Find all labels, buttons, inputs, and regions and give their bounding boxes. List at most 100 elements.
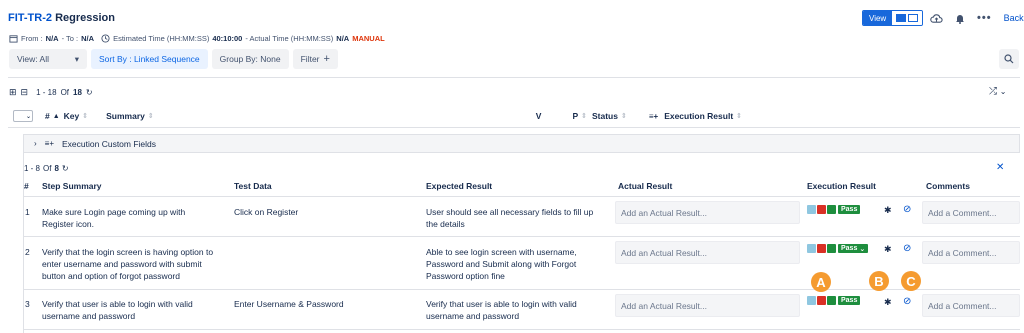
plus-icon: + bbox=[323, 53, 330, 65]
refresh-icon[interactable]: ↻ bbox=[86, 88, 93, 97]
chevron-right-icon: › bbox=[34, 139, 37, 148]
test-list-header: ⌄ # ▲ Key ⇕ Summary ⇕ V P ⇕ Status ⇕ ≡+ … bbox=[8, 108, 1020, 124]
attachment-icon[interactable]: ⊘ bbox=[903, 243, 911, 254]
page-title: FIT-TR-2 Regression bbox=[8, 12, 115, 24]
chevron-down-icon: ▾ bbox=[74, 53, 79, 64]
step-expected-result: Able to see login screen with username, … bbox=[426, 247, 577, 281]
view-toggle-group: View bbox=[862, 10, 924, 26]
col-summary: Summary bbox=[106, 111, 145, 121]
status-option-red[interactable] bbox=[817, 244, 826, 253]
expand-all-icon[interactable]: ⊞ bbox=[9, 87, 17, 98]
col-number: # bbox=[45, 111, 50, 121]
select-all-checkbox[interactable]: ⌄ bbox=[13, 110, 33, 122]
row-divider bbox=[23, 196, 1020, 197]
custom-fields-icon: ≡+ bbox=[44, 139, 55, 148]
search-button[interactable] bbox=[999, 49, 1019, 69]
status-dropdown[interactable]: Pass ⌄ bbox=[838, 244, 869, 253]
sort-icon[interactable]: ⇕ bbox=[82, 112, 88, 120]
attachment-icon[interactable]: ⊘ bbox=[903, 296, 911, 307]
cloud-upload-icon[interactable] bbox=[930, 13, 943, 24]
comment-input[interactable]: Add a Comment... bbox=[922, 294, 1020, 317]
collapse-panel-icon[interactable]: ✕ bbox=[996, 162, 1004, 173]
shuffle-icon: ⤮ bbox=[989, 86, 997, 97]
view-button[interactable]: View bbox=[863, 11, 893, 25]
toolbar: View: All ▾ Sort By : Linked Sequence Gr… bbox=[9, 49, 338, 69]
status-option-blue[interactable] bbox=[807, 296, 816, 305]
step-status-group: Pass bbox=[807, 205, 861, 214]
clock-icon bbox=[101, 34, 110, 43]
list-view-icon[interactable] bbox=[896, 14, 907, 22]
collapse-all-icon[interactable]: ⊟ bbox=[21, 87, 29, 98]
group-by-button[interactable]: Group By: None bbox=[211, 49, 289, 69]
filter-button[interactable]: Filter + bbox=[292, 49, 338, 69]
view-filter-select[interactable]: View: All ▾ bbox=[9, 49, 87, 69]
col-execution-result: Execution Result bbox=[664, 111, 734, 121]
step-number: 2 bbox=[25, 247, 30, 257]
actual-result-input[interactable]: Add an Actual Result... bbox=[615, 294, 800, 317]
comment-input[interactable]: Add a Comment... bbox=[922, 241, 1020, 264]
steps-count: 1 - 8 Of 8 ↻ bbox=[24, 164, 69, 173]
col-expected-result: Expected Result bbox=[426, 181, 493, 191]
step-summary: Verify that user is able to login with v… bbox=[42, 299, 193, 321]
step-number: 3 bbox=[25, 299, 30, 309]
calendar-icon bbox=[9, 34, 18, 43]
back-link[interactable]: Back bbox=[1004, 13, 1024, 23]
col-comments: Comments bbox=[926, 181, 970, 191]
status-option-green[interactable] bbox=[827, 205, 836, 214]
annotation-badge-b: B bbox=[869, 271, 889, 291]
step-test-data: Click on Register bbox=[234, 207, 299, 217]
status-option-green[interactable] bbox=[827, 244, 836, 253]
chevron-down-icon: ⌄ bbox=[999, 87, 1007, 96]
sort-icon[interactable]: ⇕ bbox=[736, 112, 742, 120]
execution-custom-fields-toggle[interactable]: › ≡+ Execution Custom Fields bbox=[23, 134, 1020, 153]
bug-icon[interactable]: ✱ bbox=[884, 297, 892, 308]
list-count: ⊞ ⊟ 1 - 18 Of 18 ↻ bbox=[9, 87, 93, 98]
test-run-name: Regression bbox=[55, 12, 115, 24]
col-step-summary: Step Summary bbox=[42, 181, 102, 191]
col-priority: P bbox=[572, 111, 579, 121]
actual-result-input[interactable]: Add an Actual Result... bbox=[615, 201, 800, 224]
detail-view-icon[interactable] bbox=[908, 14, 919, 22]
row-divider bbox=[23, 329, 1020, 330]
status-option-blue[interactable] bbox=[807, 205, 816, 214]
layout-toggle[interactable] bbox=[892, 11, 923, 25]
col-step-execution-result: Execution Result bbox=[807, 181, 876, 191]
col-actual-result: Actual Result bbox=[618, 181, 673, 191]
search-icon bbox=[1004, 54, 1014, 64]
divider bbox=[8, 127, 1020, 128]
status-option-blue[interactable] bbox=[807, 244, 816, 253]
status-option-red[interactable] bbox=[817, 205, 826, 214]
status-badge[interactable]: Pass bbox=[838, 296, 861, 305]
sort-icon[interactable]: ▲ bbox=[53, 113, 60, 120]
step-summary: Verify that the login screen is having o… bbox=[42, 247, 214, 281]
shuffle-menu[interactable]: ⤮ ⌄ bbox=[989, 86, 1006, 97]
status-option-green[interactable] bbox=[827, 296, 836, 305]
bell-icon[interactable] bbox=[955, 13, 965, 24]
sort-by-button[interactable]: Sort By : Linked Sequence bbox=[91, 49, 208, 69]
run-meta: From : N/A - To : N/A Estimated Time (HH… bbox=[9, 34, 385, 43]
refresh-icon[interactable]: ↻ bbox=[62, 164, 69, 173]
more-icon[interactable]: ••• bbox=[977, 12, 992, 24]
chevron-down-icon: ⌄ bbox=[859, 245, 866, 253]
comment-input[interactable]: Add a Comment... bbox=[922, 201, 1020, 224]
bug-icon[interactable]: ✱ bbox=[884, 205, 892, 216]
test-run-key[interactable]: FIT-TR-2 bbox=[8, 12, 52, 24]
status-badge[interactable]: Pass bbox=[838, 205, 861, 214]
row-divider bbox=[23, 236, 1020, 237]
step-test-data: Enter Username & Password bbox=[234, 299, 344, 309]
actual-result-input[interactable]: Add an Actual Result... bbox=[615, 241, 800, 264]
header-actions: ••• Back bbox=[930, 12, 1024, 24]
sort-icon[interactable]: ⇕ bbox=[621, 112, 627, 120]
step-status-group: Pass ⌄ bbox=[807, 244, 869, 253]
attachment-icon[interactable]: ⊘ bbox=[903, 204, 911, 215]
step-expected-result: User should see all necessary fields to … bbox=[426, 207, 594, 229]
step-status-group: Pass bbox=[807, 296, 861, 305]
sort-icon[interactable]: ⇕ bbox=[581, 112, 587, 120]
annotation-badge-c: C bbox=[901, 271, 921, 291]
sort-icon[interactable]: ⇕ bbox=[148, 112, 154, 120]
col-status: Status bbox=[591, 111, 618, 121]
bug-icon[interactable]: ✱ bbox=[884, 244, 892, 255]
status-option-red[interactable] bbox=[817, 296, 826, 305]
step-number: 1 bbox=[25, 207, 30, 217]
col-test-data: Test Data bbox=[234, 181, 272, 191]
